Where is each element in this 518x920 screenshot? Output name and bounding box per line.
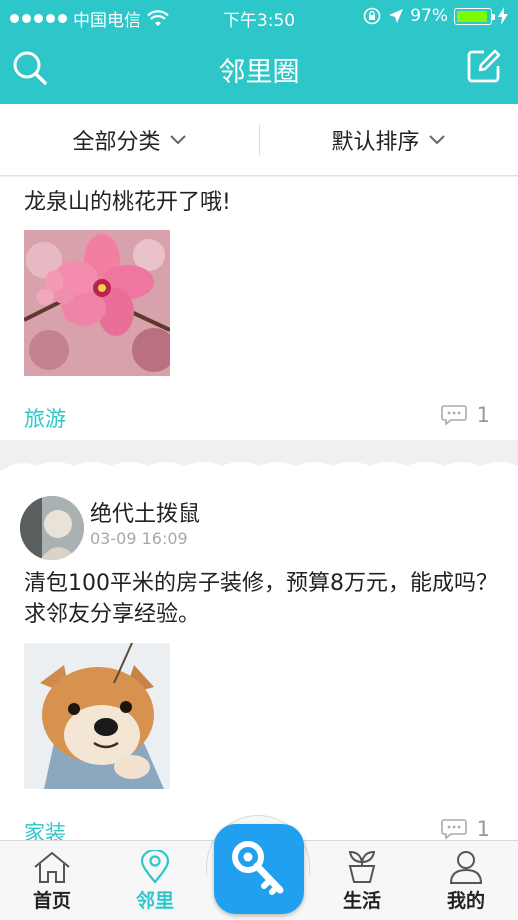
home-icon — [34, 851, 70, 883]
sort-filter[interactable]: 默认排序 — [259, 104, 518, 176]
post-tag[interactable]: 旅游 — [24, 403, 66, 433]
plant-pot-icon — [348, 850, 376, 883]
tab-home-label: 首页 — [32, 890, 71, 912]
battery-icon — [454, 7, 495, 25]
avatar[interactable] — [20, 496, 84, 560]
filter-bar: 全部分类 默认排序 — [0, 104, 518, 176]
post-image-peach-blossom[interactable] — [24, 230, 170, 376]
tab-neighbors-label: 邻里 — [135, 890, 174, 912]
location-pin-icon — [140, 850, 170, 884]
battery-percent: 97% — [410, 6, 448, 26]
chevron-down-icon — [428, 135, 445, 145]
comment-bubble-icon — [440, 405, 467, 426]
nav-bar: 邻里圈 — [0, 34, 518, 104]
category-filter-label: 全部分类 — [72, 130, 161, 155]
comment-count[interactable]: 1 — [440, 817, 490, 841]
tab-life-label: 生活 — [342, 890, 381, 912]
page-title: 邻里圈 — [218, 57, 300, 88]
tab-life[interactable]: 生活 — [327, 850, 397, 913]
comment-bubble-icon — [440, 819, 467, 840]
post-time: 03-09 16:09 — [90, 529, 188, 548]
sort-filter-label: 默认排序 — [331, 130, 420, 155]
comment-count-value: 1 — [476, 817, 490, 841]
category-filter[interactable]: 全部分类 — [0, 104, 259, 176]
card-divider-wave — [0, 452, 518, 472]
post-card[interactable]: 绝代土拨鼠 03-09 16:09 清包100平米的房子装修，预算8万元，能成吗… — [0, 470, 518, 850]
post-text: 龙泉山的桃花开了哦! — [24, 190, 231, 215]
post-text: 清包100平米的房子装修，预算8万元，能成吗？求邻友分享经验。 — [24, 571, 498, 627]
key-icon — [232, 841, 284, 895]
user-icon — [449, 851, 483, 884]
tab-neighbors[interactable]: 邻里 — [120, 850, 190, 913]
post-author[interactable]: 绝代土拨鼠 — [90, 496, 200, 528]
post-image-dog[interactable] — [24, 643, 170, 789]
tab-mine[interactable]: 我的 — [431, 850, 501, 913]
comment-count[interactable]: 1 — [440, 403, 490, 427]
comment-count-value: 1 — [476, 403, 490, 427]
status-time: 下午3:50 — [222, 11, 296, 31]
charging-bolt-icon — [498, 7, 508, 25]
tab-home[interactable]: 首页 — [17, 850, 87, 913]
tab-mine-label: 我的 — [446, 890, 485, 912]
edit-icon[interactable] — [466, 48, 502, 84]
post-card[interactable]: 龙泉山的桃花开了哦! 旅游 1 — [0, 177, 518, 440]
key-button[interactable] — [214, 824, 304, 914]
location-arrow-icon — [389, 9, 404, 23]
chevron-down-icon — [169, 135, 186, 145]
status-bar: 中国电信 下午3:50 97% — [0, 0, 518, 34]
rotation-lock-icon — [363, 7, 381, 25]
